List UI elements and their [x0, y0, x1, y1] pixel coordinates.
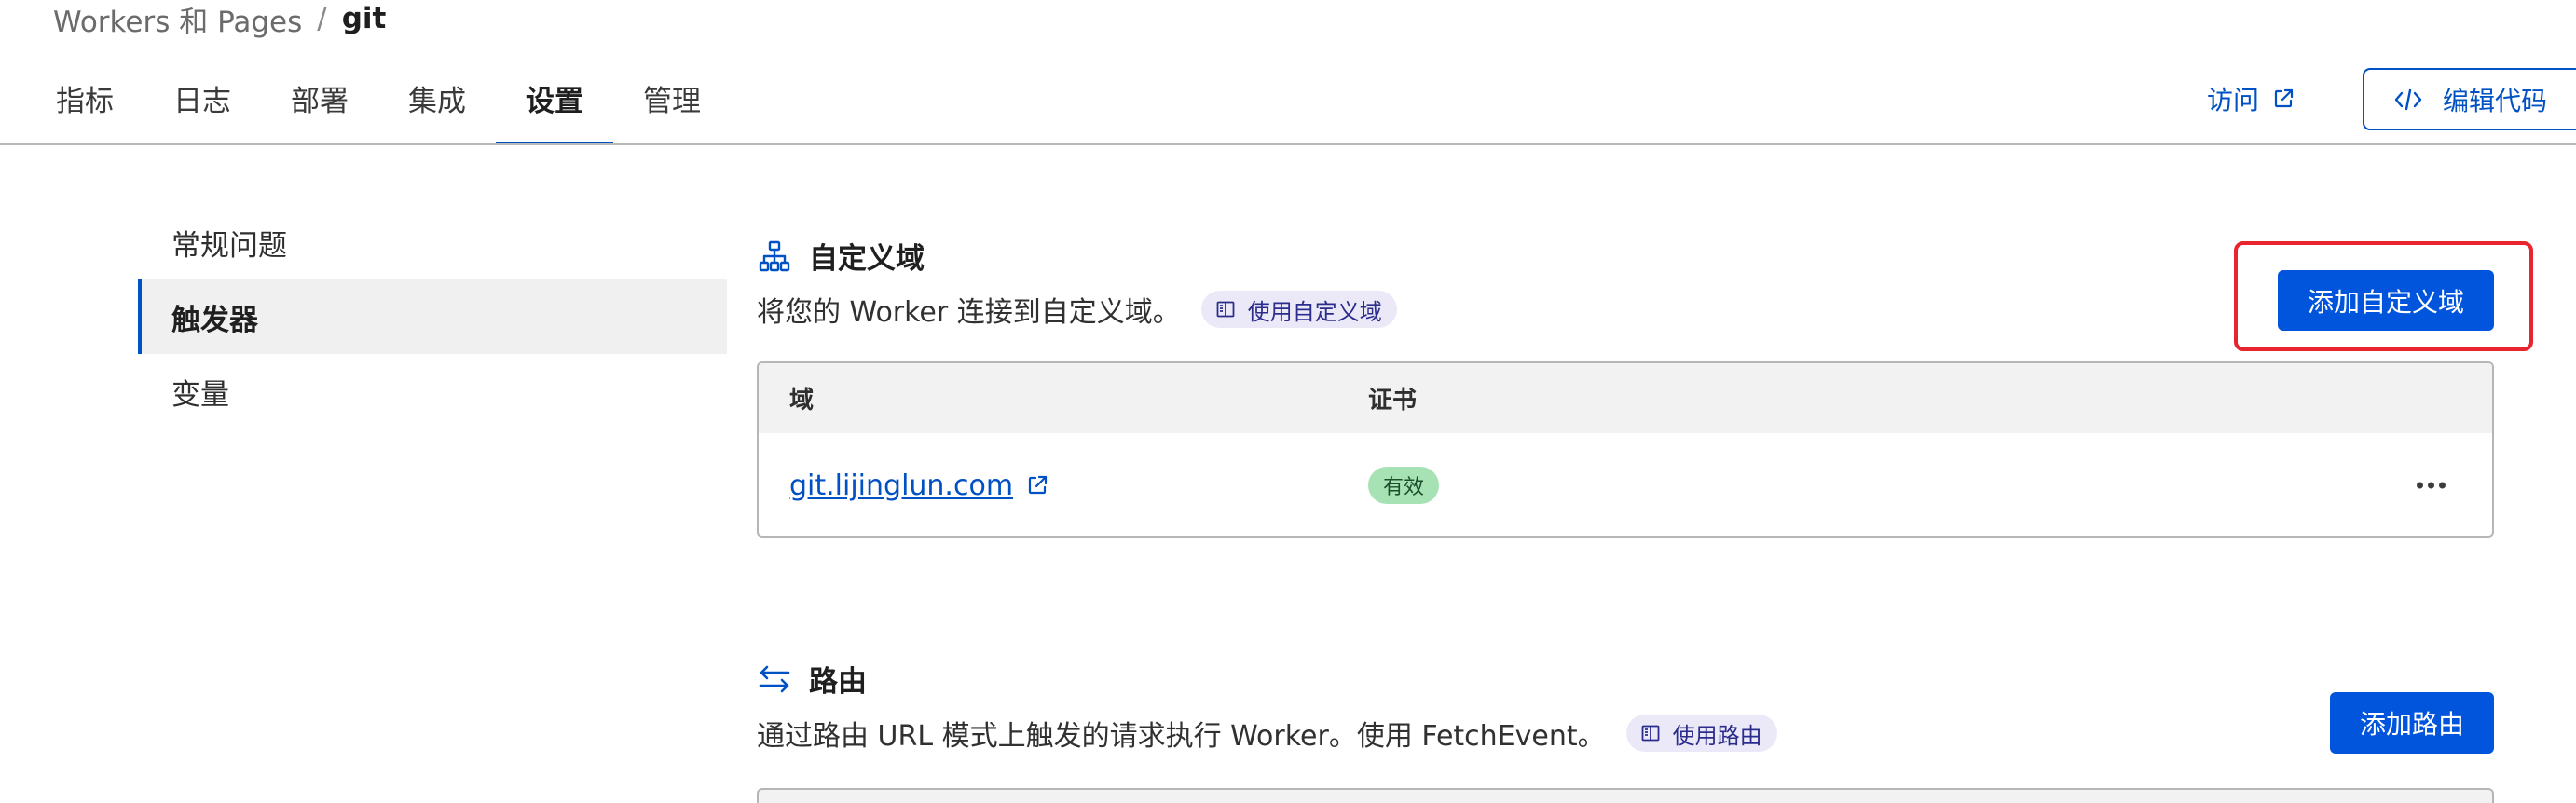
- tab-settings[interactable]: 设置: [496, 67, 613, 145]
- book-icon: [1641, 725, 1660, 742]
- custom-domains-doc-link[interactable]: 使用自定义域: [1200, 291, 1397, 328]
- side-item-triggers[interactable]: 触发器: [138, 279, 727, 354]
- tab-manage[interactable]: 管理: [613, 67, 731, 145]
- routes-doc-link[interactable]: 使用路由: [1625, 715, 1777, 752]
- tab-bar: 指标 日志 部署 集成 设置 管理: [26, 67, 731, 145]
- routes-description-row: 通过路由 URL 模式上触发的请求执行 Worker。使用 FetchEvent…: [757, 713, 1777, 754]
- breadcrumb-current: git: [341, 2, 387, 35]
- swap-arrows-icon: [759, 665, 790, 693]
- routes-description: 通过路由 URL 模式上触发的请求执行 Worker。使用 FetchEvent…: [757, 720, 1606, 753]
- custom-domains-title: 自定义域: [809, 242, 925, 276]
- certificate-cell: 有效: [1368, 467, 1440, 504]
- edit-code-label: 编辑代码: [2443, 85, 2548, 116]
- visit-link[interactable]: 访问: [2207, 80, 2295, 117]
- status-badge: 有效: [1368, 467, 1440, 504]
- custom-domains-heading: 自定义域: [759, 235, 925, 277]
- side-item-general[interactable]: 常规问题: [138, 205, 727, 279]
- routes-doc-label: 使用路由: [1672, 722, 1762, 749]
- tab-logs[interactable]: 日志: [144, 67, 261, 145]
- visit-label: 访问: [2207, 85, 2260, 116]
- breadcrumb-parent[interactable]: Workers 和 Pages: [53, 0, 302, 40]
- table-row: git.lijinglun.com 有效: [759, 433, 2492, 536]
- tab-integrations[interactable]: 集成: [378, 67, 496, 145]
- routes-title: 路由: [809, 665, 867, 699]
- routes-heading: 路由: [759, 658, 867, 700]
- custom-domains-doc-label: 使用自定义域: [1247, 298, 1382, 325]
- side-item-variables[interactable]: 变量: [138, 354, 727, 429]
- custom-domains-description-row: 将您的 Worker 连接到自定义域。 使用自定义域: [757, 289, 1397, 330]
- add-route-button[interactable]: 添加路由: [2330, 692, 2494, 754]
- routes-table: [757, 788, 2494, 803]
- external-link-icon: [2272, 88, 2295, 110]
- more-options-icon[interactable]: [2407, 473, 2455, 498]
- tab-deployments[interactable]: 部署: [261, 67, 378, 145]
- code-icon: [2394, 88, 2422, 112]
- settings-side-nav: 常规问题 触发器 变量: [138, 205, 727, 429]
- breadcrumb: Workers 和 Pages / git: [53, 0, 387, 40]
- domain-cell: git.lijinglun.com: [789, 470, 1048, 502]
- book-icon: [1216, 301, 1235, 318]
- external-link-icon: [1026, 474, 1048, 497]
- page: Workers 和 Pages / git 指标 日志 部署 集成 设置 管理 …: [0, 0, 2576, 803]
- edit-code-button[interactable]: 编辑代码: [2363, 68, 2576, 130]
- domain-link[interactable]: git.lijinglun.com: [789, 470, 1048, 502]
- add-custom-domain-button[interactable]: 添加自定义域: [2278, 270, 2494, 331]
- column-header-domain: 域: [789, 387, 815, 415]
- tab-metrics[interactable]: 指标: [26, 67, 144, 145]
- table-header: 域 证书: [759, 363, 2492, 433]
- breadcrumb-separator: /: [317, 2, 327, 35]
- column-header-certificate: 证书: [1368, 387, 1418, 415]
- domain-name: git.lijinglun.com: [789, 469, 1014, 502]
- custom-domains-table: 域 证书 git.lijinglun.com 有效: [757, 361, 2494, 538]
- custom-domains-description: 将您的 Worker 连接到自定义域。: [757, 296, 1181, 329]
- sitemap-icon: [759, 240, 790, 272]
- tab-divider: [0, 143, 2576, 145]
